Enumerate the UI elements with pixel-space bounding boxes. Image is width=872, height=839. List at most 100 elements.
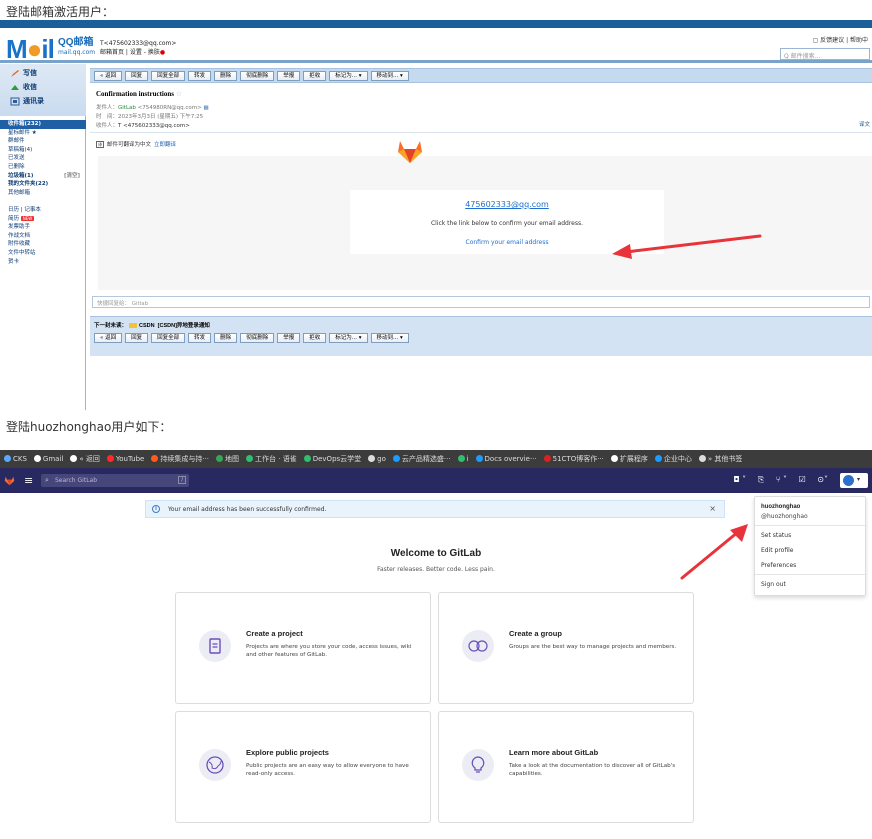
sidebar-folder-item[interactable]: 群邮件	[0, 137, 86, 146]
toolbar-button[interactable]: « 返回	[94, 71, 123, 81]
sidebar-folder-item[interactable]: 贺卡	[0, 258, 86, 267]
toolbar-button[interactable]: 回复	[125, 333, 149, 343]
bookmark-item[interactable]: go	[368, 455, 386, 463]
toolbar-button[interactable]: 举报	[277, 71, 301, 81]
quick-reply-input[interactable]: 快捷回复给： Gitlab	[92, 296, 870, 308]
toolbar-button[interactable]: 删除	[214, 71, 238, 81]
user-menu-button[interactable]: ▾	[840, 473, 868, 488]
toolbar-button[interactable]: 回复全部	[151, 333, 186, 343]
toolbar-button[interactable]: 删除	[214, 333, 238, 343]
toolbar-button[interactable]: 回复全部	[151, 71, 186, 81]
bookmark-item[interactable]: DevOps云学堂	[303, 454, 361, 464]
set-status-item[interactable]: Set status	[761, 532, 791, 539]
dropdown-user-handle[interactable]: @huozhonghao	[761, 513, 808, 520]
explore-projects-card[interactable]: Explore public projects Public projects …	[175, 711, 431, 823]
toolbar-button[interactable]: 移动到... ▾	[370, 333, 409, 343]
toolbar-button[interactable]: 彻底删除	[240, 333, 275, 343]
bookmark-item[interactable]: « 返回	[70, 454, 100, 464]
toolbar-button[interactable]: 转发	[188, 333, 212, 343]
bookmark-item[interactable]: 51CTO博客作···	[543, 454, 604, 464]
menu-icon[interactable]: ≡	[24, 474, 33, 487]
sidebar-folder-item	[0, 197, 86, 206]
bookmark-item[interactable]: 持续集成与持···	[151, 454, 209, 464]
star-icon[interactable]: ☆	[176, 90, 182, 98]
dropdown-user-name[interactable]: huozhonghao	[761, 504, 800, 510]
issues-icon[interactable]: ⎘	[758, 475, 764, 484]
translate-right-link[interactable]: 译文	[859, 120, 870, 128]
sidebar-folder-item[interactable]: 作战文档	[0, 232, 86, 241]
sidebar-folder-item[interactable]: 发票助手	[0, 223, 86, 232]
gitlab-navbar: ≡ ⌕ Search GitLab / ◘ ˅ ⎘ ⑂ ˅ ☑ ⊙˅ ▾	[0, 468, 872, 493]
create-group-card[interactable]: Create a group Groups are the best way t…	[438, 592, 694, 704]
confirmation-alert: i Your email address has been successful…	[145, 500, 725, 518]
receive-button[interactable]: 收信	[10, 82, 37, 92]
sidebar-folder-item[interactable]: 我的文件夹(22)	[0, 180, 86, 189]
mail-to: 收件人：T <475602333@qq.com>	[96, 123, 190, 129]
qq-toolbar-top: « 返回 回复 回复全部 转发 删除 彻底删除 举报 拒收 标记为... ▾ 移动到... ▾	[90, 68, 872, 83]
confirm-email-link[interactable]: Confirm your email address	[350, 239, 664, 246]
compose-button[interactable]: 写信	[10, 68, 37, 78]
bookmark-item[interactable]: 地图	[216, 454, 239, 464]
card-title: Create a project	[246, 629, 303, 638]
toolbar-button[interactable]: « 返回	[94, 333, 123, 343]
toolbar-button[interactable]: 拒收	[303, 333, 327, 343]
bookmark-item[interactable]: Docs overvie···	[475, 455, 537, 463]
create-new-icon[interactable]: ◘ ˅	[733, 475, 746, 484]
email-instructions: Click the link below to confirm your ema…	[430, 220, 584, 227]
toolbar-button[interactable]: 举报	[277, 333, 301, 343]
sidebar-folder-item[interactable]: 文件中转站	[0, 249, 86, 258]
gitlab-nav-logo-icon[interactable]	[4, 475, 15, 486]
gitlab-search-input[interactable]: ⌕ Search GitLab /	[41, 474, 189, 487]
sidebar-folder-item[interactable]: 星标邮件 ★	[0, 129, 86, 138]
close-icon[interactable]: ×	[709, 504, 716, 513]
bookmark-item[interactable]: 企业中心	[654, 454, 692, 464]
qq-user-info: T<475602333@qq.com> 邮箱首页 | 设置 - 换肤●	[100, 40, 177, 56]
sidebar-folder-item[interactable]: 垃圾箱(1) [清空]	[0, 172, 86, 181]
card-description: Groups are the best way to manage projec…	[509, 644, 677, 650]
sidebar-folder-item[interactable]: 附件收藏	[0, 240, 86, 249]
sidebar-folder-item[interactable]: 其他邮箱	[0, 189, 86, 198]
next-unread[interactable]: 下一封未读： CSDN [CSDN]异地登录通知	[94, 321, 210, 329]
sidebar-folder-item[interactable]: 已发送	[0, 154, 86, 163]
sidebar-folder-item[interactable]: 简历 NEW	[0, 215, 86, 224]
toolbar-button[interactable]: 彻底删除	[240, 71, 275, 81]
card-title: Create a group	[509, 629, 562, 638]
bookmark-item[interactable]: CKS	[4, 455, 27, 463]
bookmark-item[interactable]: » 其他书签	[698, 454, 742, 464]
bookmark-item[interactable]: YouTube	[106, 455, 144, 463]
bookmark-item[interactable]: 工作台 · 语雀	[246, 454, 297, 464]
translate-link[interactable]: 立即翻译	[154, 142, 176, 148]
sidebar-folder-item[interactable]: 已删除	[0, 163, 86, 172]
sign-out-item[interactable]: Sign out	[761, 581, 786, 588]
bookmark-item[interactable]: 扩展程序	[610, 454, 648, 464]
email-address-link[interactable]: 475602333@qq.com	[350, 200, 664, 209]
sidebar-folder-item[interactable]: 草稿箱(4)	[0, 146, 86, 155]
sidebar-folder-item[interactable]: 收件箱(232)	[0, 120, 86, 129]
toolbar-button[interactable]: 标记为... ▾	[329, 333, 368, 343]
qq-search-input[interactable]: Q 邮件搜索...	[780, 48, 870, 60]
qq-mail-screenshot: M●il QQ邮箱 mail.qq.com T<475602333@qq.com…	[0, 20, 872, 410]
toolbar-button[interactable]: 拒收	[303, 71, 327, 81]
empty-trash-link[interactable]: [清空]	[64, 172, 80, 181]
bookmark-favicon-icon	[70, 455, 78, 462]
qq-top-links[interactable]: ▢ 反馈建议 | 帮助中	[813, 35, 868, 44]
help-icon[interactable]: ⊙˅	[817, 475, 828, 484]
toolbar-button[interactable]: 标记为... ▾	[329, 71, 368, 81]
bookmark-item[interactable]: i	[457, 455, 469, 463]
card-description: Public projects are an easy way to allow…	[246, 763, 409, 777]
bookmark-item[interactable]: 云产品精选盛···	[392, 454, 451, 464]
avatar	[843, 475, 854, 486]
sidebar-folder-item[interactable]: 日历 | 记事本	[0, 206, 86, 215]
contacts-button[interactable]: 通讯录	[10, 96, 44, 106]
learn-gitlab-card[interactable]: Learn more about GitLab Take a look at t…	[438, 711, 694, 823]
qq-user-links[interactable]: 邮箱首页 | 设置 - 换肤	[100, 49, 160, 56]
create-project-card[interactable]: Create a project Projects are where you …	[175, 592, 431, 704]
bookmark-item[interactable]: Gmail	[33, 455, 63, 463]
toolbar-button[interactable]: 移动到... ▾	[370, 71, 409, 81]
bookmark-favicon-icon	[106, 455, 114, 462]
merge-requests-icon[interactable]: ⑂ ˅	[776, 475, 787, 484]
mail-from: 发件人：GitLab <754980RN@qq.com> ▦	[96, 105, 209, 111]
toolbar-button[interactable]: 转发	[188, 71, 212, 81]
toolbar-button[interactable]: 回复	[125, 71, 149, 81]
todos-icon[interactable]: ☑	[799, 475, 806, 484]
